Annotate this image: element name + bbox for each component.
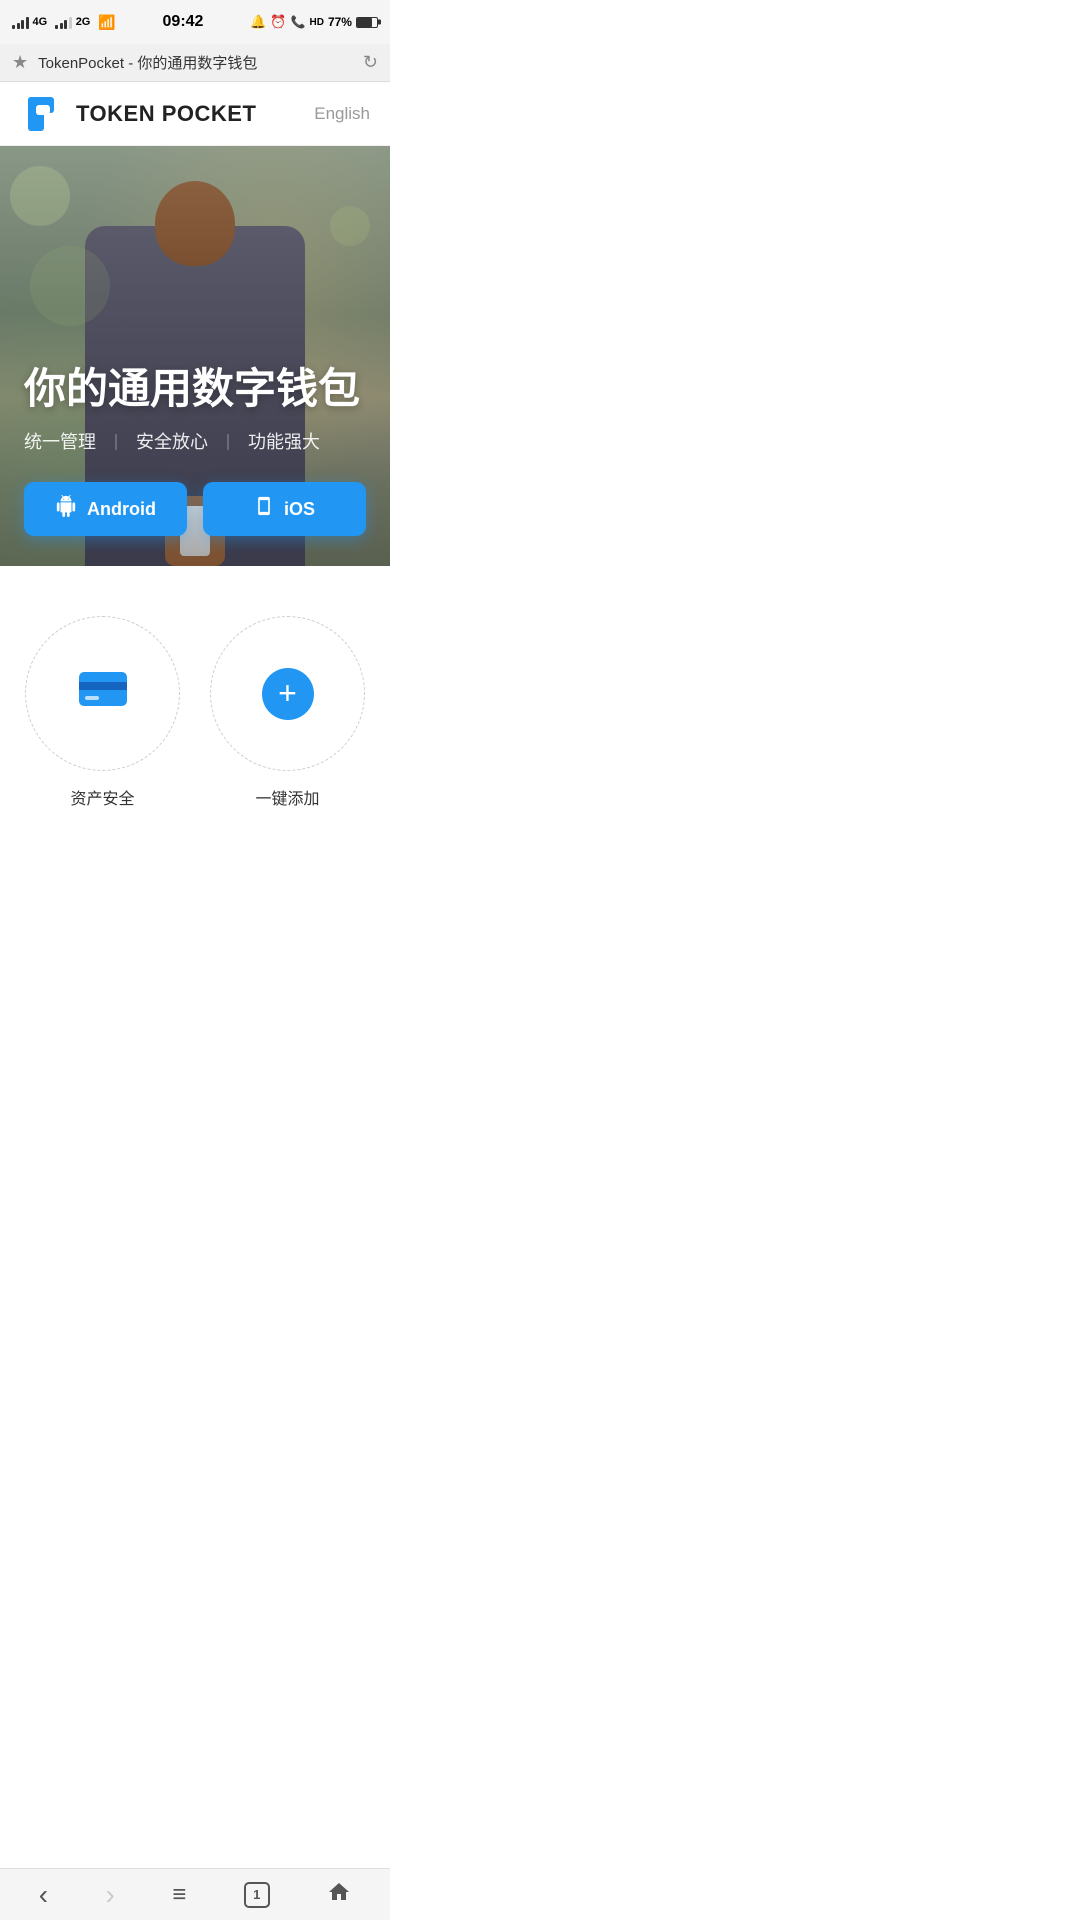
ios-download-button[interactable]: iOS bbox=[203, 482, 366, 536]
wifi-icon: 📶 bbox=[98, 14, 115, 31]
signal-2g-label: 2G bbox=[76, 16, 91, 28]
reload-icon[interactable]: ↻ bbox=[363, 52, 378, 73]
alarm-icon: 🔔 bbox=[250, 14, 266, 30]
language-switch-button[interactable]: English bbox=[314, 104, 370, 124]
hero-subtitle-1: 统一管理 bbox=[24, 428, 96, 454]
bookmark-icon[interactable]: ★ bbox=[12, 52, 28, 73]
feature-label-add: 一键添加 bbox=[255, 785, 319, 809]
menu-icon: ≡ bbox=[172, 1881, 186, 1909]
home-button[interactable] bbox=[315, 1872, 363, 1918]
divider-1: ｜ bbox=[108, 429, 124, 453]
tokenpocket-logo-icon bbox=[20, 91, 66, 137]
feature-circle-add: + bbox=[210, 616, 365, 771]
forward-button[interactable]: › bbox=[94, 1871, 127, 1919]
plus-icon: + bbox=[262, 668, 314, 720]
tab-count-display: 1 bbox=[244, 1882, 270, 1908]
back-icon: ‹ bbox=[39, 1879, 48, 1911]
divider-2: ｜ bbox=[220, 429, 236, 453]
ios-phone-icon bbox=[254, 495, 274, 523]
features-section: 资产安全 + 一键添加 bbox=[0, 566, 390, 839]
call-icon: 📞 bbox=[291, 15, 306, 29]
battery-icon bbox=[356, 17, 378, 28]
status-left: 4G 2G 📶 bbox=[12, 14, 116, 31]
clock-icon: ⏰ bbox=[270, 14, 286, 30]
browser-address-bar: ★ TokenPocket - 你的通用数字钱包 ↻ bbox=[0, 44, 390, 82]
hero-subtitle: 统一管理 ｜ 安全放心 ｜ 功能强大 bbox=[24, 428, 366, 454]
hero-section: 你的通用数字钱包 统一管理 ｜ 安全放心 ｜ 功能强大 Android bbox=[0, 146, 390, 566]
credit-card-icon bbox=[77, 668, 129, 720]
hero-subtitle-3: 功能强大 bbox=[248, 428, 320, 454]
signal-4g-label: 4G bbox=[33, 16, 48, 28]
time-display: 09:42 bbox=[163, 13, 204, 31]
back-button[interactable]: ‹ bbox=[27, 1871, 60, 1919]
status-right: 🔔 ⏰ 📞 HD 77% bbox=[250, 14, 378, 30]
feature-label-asset: 资产安全 bbox=[70, 785, 134, 809]
features-grid: 资产安全 + 一键添加 bbox=[20, 616, 370, 809]
home-icon bbox=[327, 1880, 351, 1910]
android-btn-label: Android bbox=[87, 499, 156, 520]
logo-text: TOKEN POCKET bbox=[76, 101, 256, 127]
header-nav: TOKEN POCKET English bbox=[0, 82, 390, 146]
logo-container: TOKEN POCKET bbox=[20, 91, 256, 137]
tab-counter-button[interactable]: 1 bbox=[232, 1874, 282, 1916]
signal-bars-2g bbox=[55, 15, 72, 29]
hero-content: 你的通用数字钱包 统一管理 ｜ 安全放心 ｜ 功能强大 Android bbox=[0, 146, 390, 566]
ios-btn-label: iOS bbox=[284, 499, 315, 520]
hd-label: HD bbox=[310, 17, 324, 28]
android-download-button[interactable]: Android bbox=[24, 482, 187, 536]
hero-title: 你的通用数字钱包 bbox=[24, 366, 366, 412]
feature-card-asset: 资产安全 bbox=[20, 616, 185, 809]
hero-subtitle-2: 安全放心 bbox=[136, 428, 208, 454]
menu-button[interactable]: ≡ bbox=[160, 1873, 198, 1917]
hero-buttons: Android iOS bbox=[24, 482, 366, 536]
feature-circle-asset bbox=[25, 616, 180, 771]
forward-icon: › bbox=[106, 1879, 115, 1911]
feature-card-add: + 一键添加 bbox=[205, 616, 370, 809]
android-icon bbox=[55, 495, 77, 523]
battery-percent: 77% bbox=[328, 15, 352, 29]
browser-bottom-nav: ‹ › ≡ 1 bbox=[0, 1868, 390, 1920]
signal-bars-4g bbox=[12, 15, 29, 29]
url-display[interactable]: TokenPocket - 你的通用数字钱包 bbox=[38, 52, 353, 73]
status-bar: 4G 2G 📶 09:42 🔔 ⏰ 📞 HD 77% bbox=[0, 0, 390, 44]
